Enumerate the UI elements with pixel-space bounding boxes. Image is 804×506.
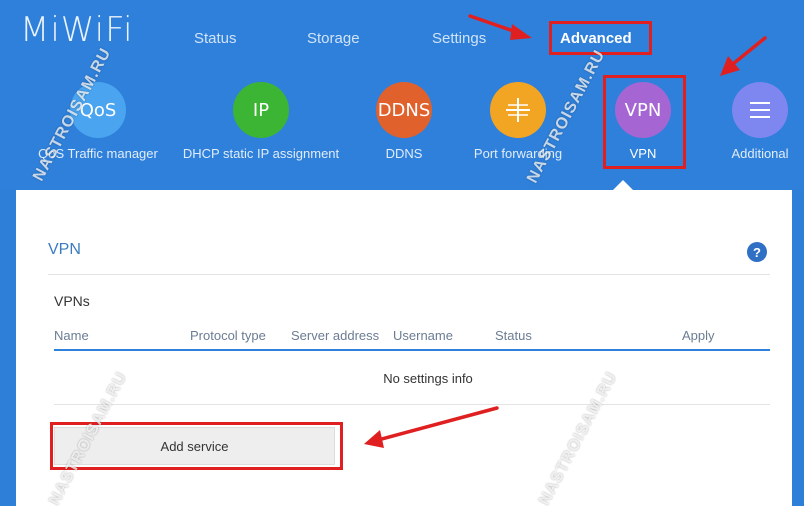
annotation-box-advanced <box>549 21 652 55</box>
ip-icon: IP <box>233 82 289 138</box>
column-header-name: Name <box>54 328 89 343</box>
section-title: VPNs <box>54 293 90 309</box>
column-header-server-address: Server address <box>291 328 380 343</box>
help-icon[interactable]: ? <box>747 242 767 262</box>
ddns-icon: DDNS <box>376 82 432 138</box>
column-header-protocol-type: Protocol type <box>190 328 266 343</box>
divider <box>48 274 770 275</box>
miwifi-logo: MiWiFi <box>20 10 134 50</box>
column-header-apply: Apply <box>682 328 715 343</box>
panel-title: VPN <box>48 241 81 258</box>
tool-qos[interactable]: QoS QoS Traffic manager <box>13 82 183 161</box>
nav-settings[interactable]: Settings <box>432 30 486 47</box>
empty-table-message: No settings info <box>383 371 473 386</box>
tool-label: Additional <box>731 146 789 161</box>
table-header-underline <box>54 349 770 351</box>
tool-additional[interactable]: Additional <box>675 82 804 161</box>
nav-storage[interactable]: Storage <box>307 30 360 47</box>
nav-status[interactable]: Status <box>194 30 237 47</box>
column-header-status: Status <box>495 328 532 343</box>
annotation-box-vpn <box>603 75 686 169</box>
port-forwarding-icon <box>490 82 546 138</box>
menu-icon <box>732 82 788 138</box>
column-header-username: Username <box>393 328 453 343</box>
active-tab-caret <box>613 180 633 190</box>
divider <box>54 404 770 405</box>
